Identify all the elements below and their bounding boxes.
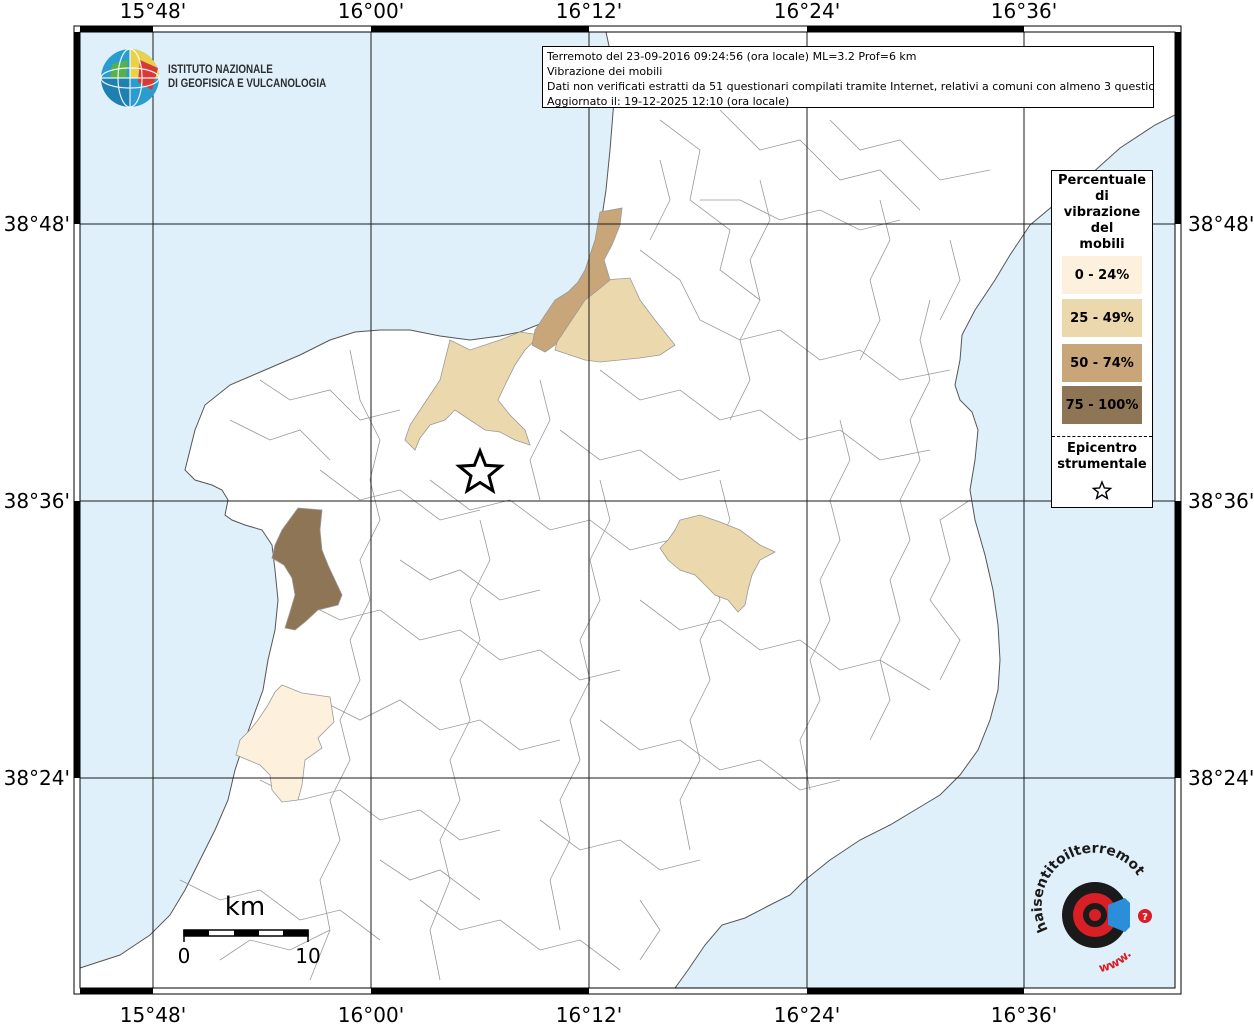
legend-title-line: Percentuale <box>1057 173 1147 188</box>
legend: Percentuale di vibrazione del mobili 0 -… <box>1051 170 1153 508</box>
lon-label-top-3: 16°12' <box>556 0 622 23</box>
legend-title: Percentuale di vibrazione del mobili <box>1052 171 1152 253</box>
lon-label-top-2: 16°00' <box>338 0 404 23</box>
lat-label-right-1: 38°48' <box>1188 212 1254 236</box>
logo-line-1: ISTITUTO NAZIONALE <box>168 62 273 76</box>
legend-separator <box>1052 436 1152 437</box>
legend-epicenter-line: Epicentro <box>1067 441 1137 456</box>
lon-labels-top: 15°48' 16°00' 16°12' 16°24' 16°36' <box>120 0 1057 23</box>
lat-label-left-3: 38°24' <box>4 766 70 790</box>
svg-text:?: ? <box>1142 912 1148 923</box>
legend-title-line: mobili <box>1079 237 1125 252</box>
ingv-logo-icon <box>100 48 160 108</box>
ingv-logo-text: ISTITUTO NAZIONALE DI GEOFISICA E VULCAN… <box>168 62 326 90</box>
scale-max: 10 <box>295 944 320 968</box>
scale-min: 0 <box>178 944 191 968</box>
lat-label-right-3: 38°24' <box>1188 766 1254 790</box>
data-note: Dati non verificati estratti da 51 quest… <box>547 80 1154 93</box>
lat-label-left-1: 38°48' <box>4 212 70 236</box>
lon-label-top-4: 16°24' <box>774 0 840 23</box>
legend-title-line: del <box>1090 221 1114 236</box>
legend-title-line: vibrazione <box>1063 205 1141 220</box>
map-svg: 15°48' 16°00' 16°12' 16°24' 16°36' 15°48… <box>0 0 1254 1027</box>
lon-label-bottom-4: 16°24' <box>774 1003 840 1024</box>
legend-item-0-24: 0 - 24% <box>1062 256 1142 294</box>
event-title: Terremoto del 23-09-2016 09:24:56 (ora l… <box>547 50 917 63</box>
map-subject: Vibrazione dei mobili <box>547 65 663 78</box>
lat-label-left-2: 38°36' <box>4 489 70 513</box>
event-info-box: Terremoto del 23-09-2016 09:24:56 (ora l… <box>542 46 1154 108</box>
map-stage: 15°48' 16°00' 16°12' 16°24' 16°36' 15°48… <box>0 0 1254 1027</box>
lon-label-bottom-3: 16°12' <box>556 1003 622 1024</box>
lat-labels-right: 38°48' 38°36' 38°24' <box>1188 212 1254 790</box>
legend-star-icon <box>1091 480 1113 500</box>
lon-label-bottom-2: 16°00' <box>338 1003 404 1024</box>
legend-item-75-100: 75 - 100% <box>1062 386 1142 424</box>
update-time: Aggiornato il: 19-12-2025 12:10 (ora loc… <box>547 95 790 108</box>
legend-title-line: di <box>1095 189 1109 204</box>
legend-epicenter-label: Epicentro strumentale <box>1052 441 1152 473</box>
logo-line-2: DI GEOFISICA E VULCANOLOGIA <box>168 76 327 90</box>
scale-unit: km <box>225 892 265 922</box>
lat-label-right-2: 38°36' <box>1188 489 1254 513</box>
lon-label-bottom-1: 15°48' <box>120 1003 186 1024</box>
lon-label-top-1: 15°48' <box>120 0 186 23</box>
lon-label-bottom-5: 16°36' <box>991 1003 1057 1024</box>
lat-labels-left: 38°48' 38°36' 38°24' <box>4 212 70 790</box>
lon-labels-bottom: 15°48' 16°00' 16°12' 16°24' 16°36' <box>120 1003 1057 1027</box>
legend-item-25-49: 25 - 49% <box>1062 299 1142 337</box>
lon-label-top-5: 16°36' <box>991 0 1057 23</box>
legend-item-50-74: 50 - 74% <box>1062 344 1142 382</box>
legend-epicenter-line: strumentale <box>1057 457 1147 472</box>
